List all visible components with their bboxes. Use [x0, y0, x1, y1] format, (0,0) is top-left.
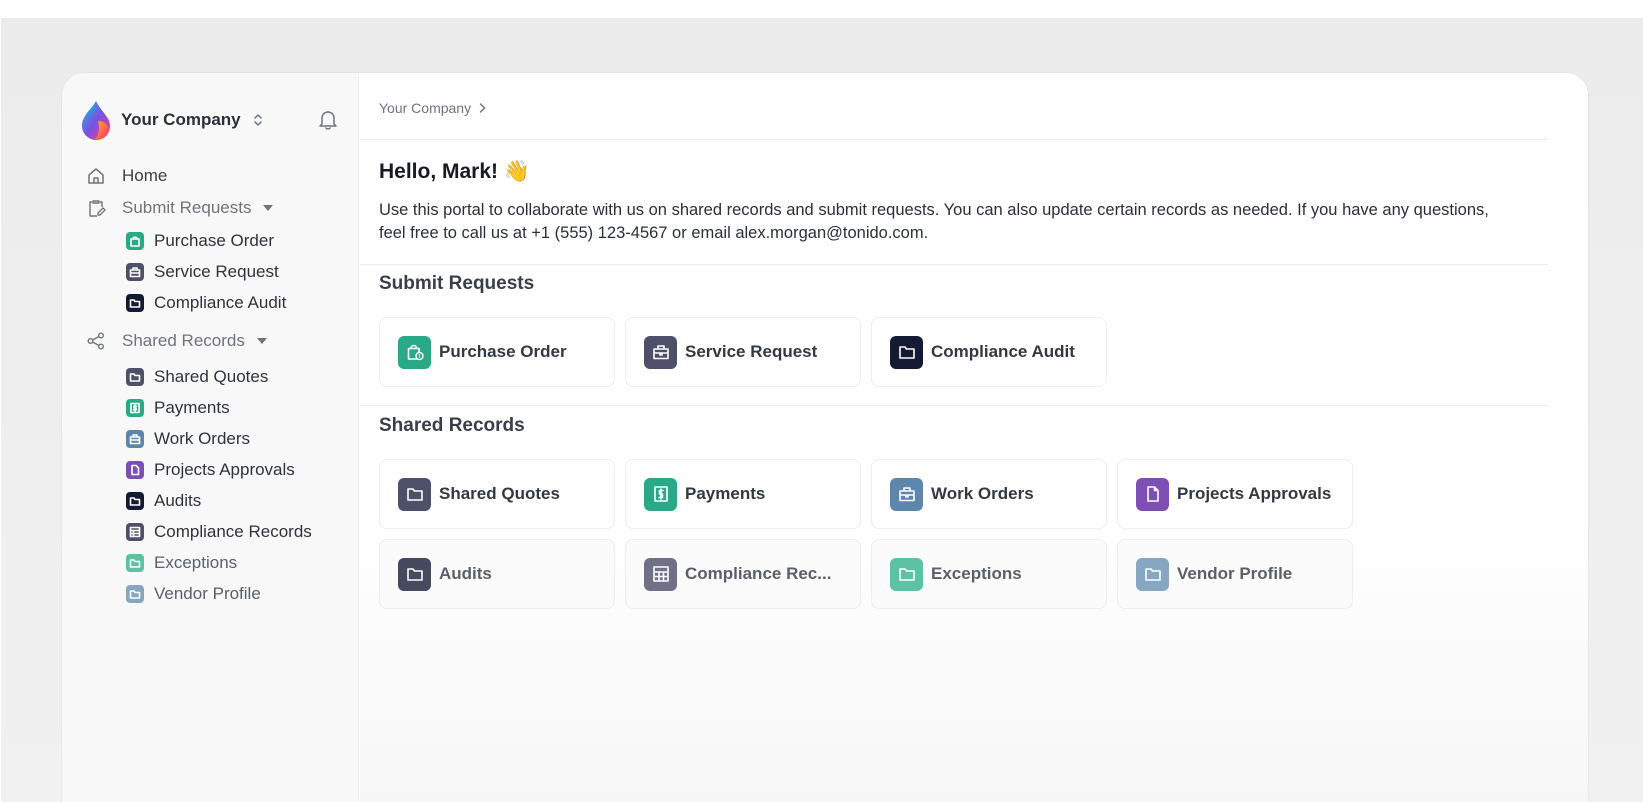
sidebar: Your Company Home Submit Requests Purcha…	[62, 73, 359, 802]
card-shared-quotes[interactable]: Shared Quotes	[379, 459, 615, 529]
section-title-submit-requests: Submit Requests	[379, 273, 535, 294]
sidebar-item-label: Compliance Records	[154, 522, 312, 541]
sidebar-item-label: Home	[122, 166, 168, 185]
breadcrumb: Your Company	[379, 100, 486, 116]
caret-down-icon	[256, 338, 267, 344]
folder-icon	[1136, 557, 1169, 591]
briefcase-icon	[644, 335, 677, 369]
sidebar-item-exceptions[interactable]: Exceptions	[126, 551, 237, 575]
caret-down-icon	[263, 205, 274, 211]
sidebar-item-home[interactable]: Home	[86, 163, 167, 189]
sidebar-item-service-request[interactable]: Service Request	[126, 260, 279, 284]
card-label: Payments	[685, 484, 766, 503]
divider	[360, 405, 1548, 406]
card-label: Projects Approvals	[1177, 484, 1332, 503]
page-title: Hello, Mark! 👋	[379, 160, 531, 183]
card-label: Service Request	[685, 342, 818, 361]
company-name: Your Company	[121, 110, 241, 129]
briefcase-icon	[890, 477, 923, 511]
divider	[360, 264, 1548, 265]
sidebar-group-label: Shared Records	[122, 331, 245, 350]
card-projects-approvals[interactable]: Projects Approvals	[1117, 459, 1353, 529]
sidebar-group-shared-records[interactable]: Shared Records	[86, 328, 267, 354]
notification-bell-icon[interactable]	[318, 109, 338, 131]
briefcase-icon	[126, 263, 144, 281]
sidebar-item-work-orders[interactable]: Work Orders	[126, 427, 250, 451]
card-label: Work Orders	[931, 484, 1034, 503]
sidebar-item-projects-approvals[interactable]: Projects Approvals	[126, 458, 295, 482]
company-logo	[82, 101, 110, 140]
sidebar-item-vendor-profile[interactable]: Vendor Profile	[126, 582, 261, 606]
folder-icon	[398, 557, 431, 591]
section-title-shared-records: Shared Records	[379, 415, 525, 436]
dollar-icon	[126, 399, 144, 417]
table-icon	[126, 523, 144, 541]
sidebar-item-shared-quotes[interactable]: Shared Quotes	[126, 365, 268, 389]
card-label: Vendor Profile	[1177, 564, 1293, 583]
shopping-bag-icon	[126, 232, 144, 250]
sidebar-item-label: Vendor Profile	[154, 584, 261, 603]
card-label: Shared Quotes	[439, 484, 560, 503]
sidebar-item-label: Purchase Order	[154, 231, 274, 250]
sidebar-item-label: Payments	[154, 398, 230, 417]
card-label: Exceptions	[931, 564, 1022, 583]
sidebar-item-compliance-records[interactable]: Compliance Records	[126, 520, 312, 544]
sidebar-item-label: Work Orders	[154, 429, 251, 448]
sidebar-item-purchase-order[interactable]: Purchase Order	[126, 229, 274, 253]
folder-icon	[890, 335, 923, 369]
card-payments[interactable]: Payments	[625, 459, 861, 529]
folder-icon	[126, 368, 144, 386]
file-icon	[1136, 477, 1169, 511]
card-audits[interactable]: Audits	[379, 539, 615, 609]
card-compliance-records[interactable]: Compliance Rec...	[625, 539, 861, 609]
shopping-bag-icon	[398, 335, 431, 369]
folder-icon	[126, 554, 144, 572]
sidebar-item-label: Compliance Audit	[154, 293, 287, 312]
sidebar-item-label: Shared Quotes	[154, 367, 269, 386]
sidebar-item-payments[interactable]: Payments	[126, 396, 230, 420]
card-exceptions[interactable]: Exceptions	[871, 539, 1107, 609]
sidebar-item-label: Audits	[154, 491, 202, 510]
divider	[360, 139, 1548, 140]
share-icon	[87, 332, 104, 350]
folder-icon	[398, 477, 431, 511]
folder-icon	[126, 294, 144, 312]
chevron-right-icon	[479, 103, 486, 113]
sidebar-item-compliance-audit[interactable]: Compliance Audit	[126, 291, 286, 315]
sidebar-item-label: Exceptions	[154, 553, 238, 572]
clipboard-edit-icon	[89, 200, 106, 217]
card-label: Purchase Order	[439, 342, 567, 361]
dollar-icon	[644, 477, 677, 511]
chevron-up-down-icon	[253, 114, 262, 126]
sidebar-item-label: Service Request	[154, 262, 279, 281]
card-compliance-audit[interactable]: Compliance Audit	[871, 317, 1107, 387]
folder-icon	[890, 557, 923, 591]
home-icon	[88, 168, 104, 184]
sidebar-group-label: Submit Requests	[122, 198, 252, 217]
card-vendor-profile[interactable]: Vendor Profile	[1117, 539, 1353, 609]
main-content: Your Company Hello, Mark! 👋 Use this por…	[360, 73, 1588, 802]
file-icon	[126, 461, 144, 479]
sidebar-group-submit-requests[interactable]: Submit Requests	[86, 195, 274, 221]
company-switcher[interactable]: Your Company	[80, 99, 263, 141]
app-window: Your Company Home Submit Requests Purcha…	[62, 73, 1588, 802]
card-label: Compliance Rec...	[685, 564, 832, 583]
sidebar-item-audits[interactable]: Audits	[126, 489, 201, 513]
sidebar-item-label: Projects Approvals	[154, 460, 295, 479]
table-icon	[644, 557, 677, 591]
card-work-orders[interactable]: Work Orders	[871, 459, 1107, 529]
folder-icon	[126, 492, 144, 510]
folder-icon	[126, 585, 144, 603]
briefcase-icon	[126, 430, 144, 448]
card-purchase-order[interactable]: Purchase Order	[379, 317, 615, 387]
card-label: Compliance Audit	[931, 342, 1075, 361]
breadcrumb-item[interactable]: Your Company	[379, 100, 471, 116]
intro-text: Use this portal to collaborate with us o…	[379, 201, 1489, 242]
card-service-request[interactable]: Service Request	[625, 317, 861, 387]
card-label: Audits	[439, 564, 492, 583]
